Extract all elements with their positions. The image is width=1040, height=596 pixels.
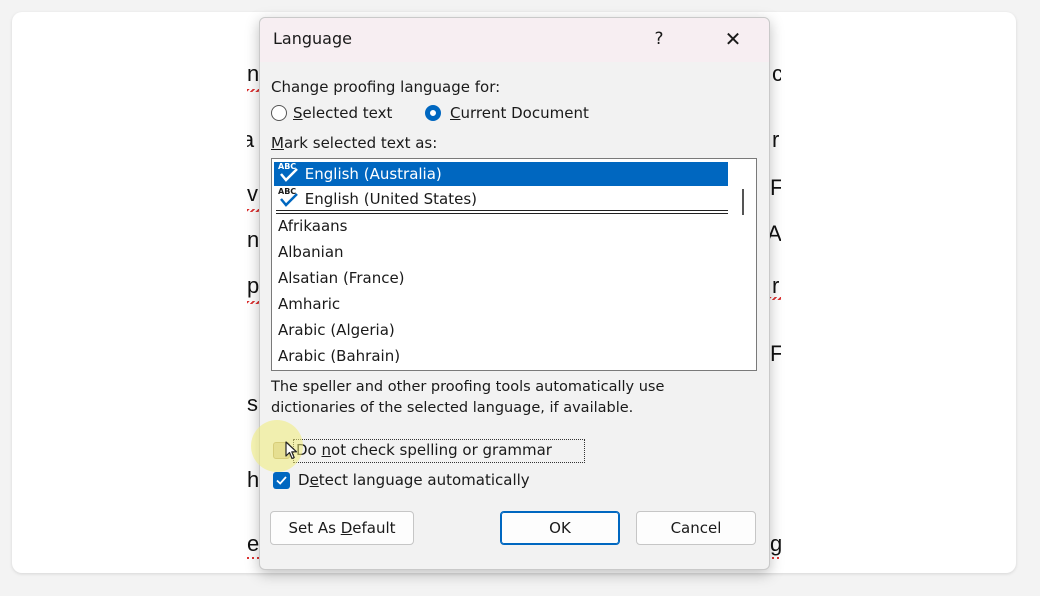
label-pre: D [298,471,310,489]
cancel-button[interactable]: Cancel [636,511,756,545]
spellcheck-icon: ABC [278,187,300,209]
list-item-label: English (United States) [304,190,477,208]
info-text-line1: The speller and other proofing tools aut… [271,379,665,395]
radio-label-rest: elected text [302,104,393,122]
checkmark-icon [276,476,287,485]
spelling-squiggle [247,301,259,304]
dialog-title: Language [273,29,352,48]
access-key: D [340,519,353,537]
doc-glyph: F [770,341,781,366]
spelling-squiggle [247,89,259,92]
access-key: C [450,104,461,122]
doc-glyph: la [247,127,255,152]
label-rest: ark selected text as: [283,134,438,152]
spelling-squiggle [247,209,259,212]
doc-glyph: n [247,227,260,252]
language-dialog: Language ? ✕ Change proofing language fo… [259,17,770,570]
access-key: S [293,104,303,122]
spellcheck-icon: ABC [278,162,300,184]
radio-label-rest: urrent Document [460,104,589,122]
list-item[interactable]: Afrikaans [274,214,728,238]
doc-glyph: r [772,127,780,152]
help-button[interactable]: ? [648,26,670,52]
doc-glyph: n [247,61,260,86]
mouse-cursor-icon [285,441,298,460]
button-label-pre: Set As [288,519,341,537]
language-listbox[interactable]: ABC English (Australia) ABC English (Uni… [271,158,757,371]
radio-selected-text[interactable] [271,105,287,121]
spelling-squiggle [769,297,781,300]
info-text-line2: dictionaries of the selected language, i… [271,400,634,416]
access-key: M [271,134,284,152]
radio-selected-text-label[interactable]: Selected text [293,104,392,122]
list-item[interactable]: Alsatian (France) [274,266,728,290]
doc-glyph: e [247,531,260,556]
focus-outline [293,439,585,463]
separator [276,210,728,211]
doc-glyph: c [772,61,781,86]
list-item[interactable]: Arabic (Bahrain) [274,344,728,368]
access-key: e [309,471,319,489]
close-button[interactable]: ✕ [715,24,751,54]
doc-glyph: v [247,181,258,206]
listbox-scrollbar[interactable] [730,159,756,370]
scrollbar-thumb[interactable] [742,189,744,215]
list-item[interactable]: Amharic [274,292,728,316]
doc-glyph: g [770,531,781,556]
doc-glyph: h [247,467,260,492]
button-label-rest: efault [352,519,396,537]
mark-selected-label: Mark selected text as: [271,134,437,152]
dialog-titlebar: Language ? ✕ [260,18,769,62]
list-item-english-australia[interactable]: ABC English (Australia) [274,162,728,186]
list-item-english-us[interactable]: ABC English (United States) [274,187,728,211]
list-item-label: English (Australia) [304,165,442,183]
doc-glyph: r [772,273,780,298]
label-rest: tect language automatically [318,471,530,489]
doc-glyph: F [770,175,781,200]
list-item[interactable]: Arabic (Algeria) [274,318,728,342]
detect-language-label[interactable]: Detect language automatically [298,471,530,489]
ok-button[interactable]: OK [500,511,620,545]
radio-current-document[interactable] [425,105,441,121]
list-item[interactable]: Albanian [274,240,728,264]
doc-glyph: p [247,273,260,298]
set-as-default-button[interactable]: Set As Default [270,511,414,545]
radio-current-document-label[interactable]: Current Document [450,104,589,122]
change-proofing-label: Change proofing language for: [271,78,501,96]
detect-language-checkbox[interactable] [273,472,290,489]
doc-glyph: s [247,391,258,416]
